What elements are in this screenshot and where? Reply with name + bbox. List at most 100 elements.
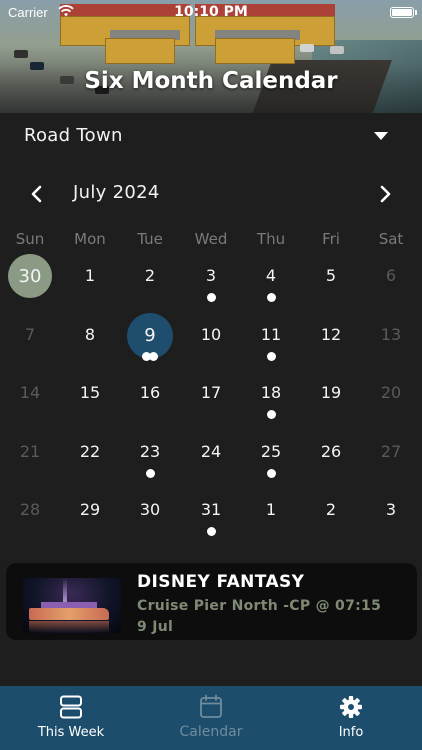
header-banner: Carrier 10:10 PM Six Month Calendar — [0, 0, 422, 113]
event-dot — [206, 527, 216, 536]
calendar-day[interactable]: 3 — [361, 488, 421, 546]
event-dot — [266, 293, 276, 302]
calendar-day[interactable]: 23 — [120, 430, 180, 488]
event-dot — [266, 468, 276, 478]
calendar-grid: 30 1 2 3 4 5 6 7 8 9 10 11 12 13 14 15 16 17 18 19 20 21 22 23 2… — [0, 254, 422, 554]
calendar-day[interactable]: 27 — [361, 430, 421, 488]
event-dot — [206, 293, 216, 302]
calendar-day[interactable]: 28 — [0, 488, 60, 546]
day-number: 20 — [380, 383, 402, 402]
calendar-day[interactable]: 1 — [60, 254, 120, 312]
weekday-label: Sun — [15, 230, 45, 248]
tab-bar: This Week Calendar Info — [0, 686, 422, 750]
calendar-day[interactable]: 11 — [241, 313, 301, 371]
today-day[interactable]: 30 — [0, 254, 60, 312]
calendar-day[interactable]: 26 — [301, 430, 361, 488]
month-navigation: July 2024 — [0, 176, 422, 212]
calendar-icon — [200, 694, 222, 718]
calendar-day[interactable]: 14 — [0, 371, 60, 429]
calendar-day[interactable]: 15 — [60, 371, 120, 429]
calendar-day[interactable]: 30 — [120, 488, 180, 546]
previous-month-icon[interactable] — [25, 182, 49, 206]
day-number: 3 — [205, 266, 217, 285]
tab-label: Info — [338, 725, 364, 740]
event-indicator — [241, 293, 301, 303]
weekday-label: Wed — [194, 230, 228, 248]
day-number: 3 — [385, 500, 397, 519]
event-dot — [266, 351, 276, 361]
event-indicator — [181, 527, 241, 537]
calendar-day[interactable]: 12 — [301, 313, 361, 371]
calendar-day[interactable]: 16 — [120, 371, 180, 429]
day-number: 30 — [139, 500, 161, 519]
gear-icon — [340, 696, 362, 718]
event-dot — [149, 351, 158, 361]
event-indicator — [241, 468, 301, 479]
calendar-day[interactable]: 18 — [241, 371, 301, 429]
tab-calendar[interactable]: Calendar — [141, 686, 281, 750]
calendar-day[interactable]: 17 — [181, 371, 241, 429]
day-number: 13 — [380, 324, 402, 344]
calendar-day[interactable]: 10 — [181, 313, 241, 371]
calendar-day[interactable]: 24 — [181, 430, 241, 488]
clock: 10:10 PM — [174, 4, 248, 20]
day-number: 23 — [139, 441, 161, 461]
weekday-label: Fri — [322, 230, 340, 248]
day-number: 10 — [200, 324, 222, 344]
calendar-day[interactable]: 4 — [241, 254, 301, 312]
weekday-label: Thu — [256, 230, 286, 248]
calendar-day[interactable]: 7 — [0, 313, 60, 371]
day-number: 2 — [325, 500, 337, 519]
next-month-icon[interactable] — [373, 182, 397, 206]
battery-icon — [390, 7, 414, 18]
event-indicator — [241, 351, 301, 362]
tab-this-week[interactable]: This Week — [1, 686, 141, 750]
selected-day[interactable]: 9 — [120, 312, 180, 371]
day-number: 30 — [18, 266, 42, 287]
location-dropdown[interactable]: Road Town — [0, 113, 422, 159]
day-number: 21 — [19, 441, 41, 461]
event-card[interactable]: DISNEY FANTASY Cruise Pier North -CP @ 0… — [6, 563, 417, 640]
day-number: 25 — [260, 441, 282, 461]
event-date: 9 Jul — [137, 619, 174, 635]
this-week-icon — [60, 695, 82, 719]
calendar-day[interactable]: 31 — [181, 488, 241, 546]
calendar-day[interactable]: 6 — [361, 254, 421, 312]
calendar-day[interactable]: 25 — [241, 430, 301, 488]
day-number: 1 — [265, 500, 277, 519]
day-number: 9 — [144, 324, 156, 346]
calendar-day[interactable]: 13 — [361, 313, 421, 371]
app-title: Six Month Calendar — [84, 68, 338, 94]
day-number: 18 — [260, 383, 282, 402]
weekday-label: Sat — [378, 230, 404, 248]
calendar-day[interactable]: 2 — [301, 488, 361, 546]
day-number: 14 — [19, 383, 41, 402]
event-location-time: Cruise Pier North -CP @ 07:15 — [137, 598, 382, 614]
weekday-header: Sun Mon Tue Wed Thu Fri Sat — [0, 230, 422, 252]
ship-thumbnail — [23, 578, 121, 633]
day-number: 16 — [139, 383, 161, 402]
calendar-day[interactable]: 29 — [60, 488, 120, 546]
day-number: 28 — [19, 500, 41, 519]
event-indicator — [120, 351, 180, 362]
day-number: 11 — [260, 324, 282, 344]
calendar-day[interactable]: 19 — [301, 371, 361, 429]
calendar-day[interactable]: 20 — [361, 371, 421, 429]
dropdown-caret-icon — [374, 132, 388, 140]
day-number: 15 — [79, 383, 101, 402]
calendar-day[interactable]: 1 — [241, 488, 301, 546]
calendar-day[interactable]: 22 — [60, 430, 120, 488]
event-indicator — [241, 410, 301, 420]
tab-label: Calendar — [179, 724, 243, 740]
event-dot — [266, 410, 276, 419]
calendar-day[interactable]: 3 — [181, 254, 241, 312]
calendar-day[interactable]: 21 — [0, 430, 60, 488]
event-indicator — [120, 468, 180, 479]
calendar-day[interactable]: 2 — [120, 254, 180, 312]
day-number: 22 — [79, 441, 101, 461]
event-dot — [145, 468, 155, 478]
day-number: 31 — [200, 500, 222, 519]
calendar-day[interactable]: 8 — [60, 313, 120, 371]
calendar-day[interactable]: 5 — [301, 254, 361, 312]
tab-info[interactable]: Info — [281, 686, 421, 750]
